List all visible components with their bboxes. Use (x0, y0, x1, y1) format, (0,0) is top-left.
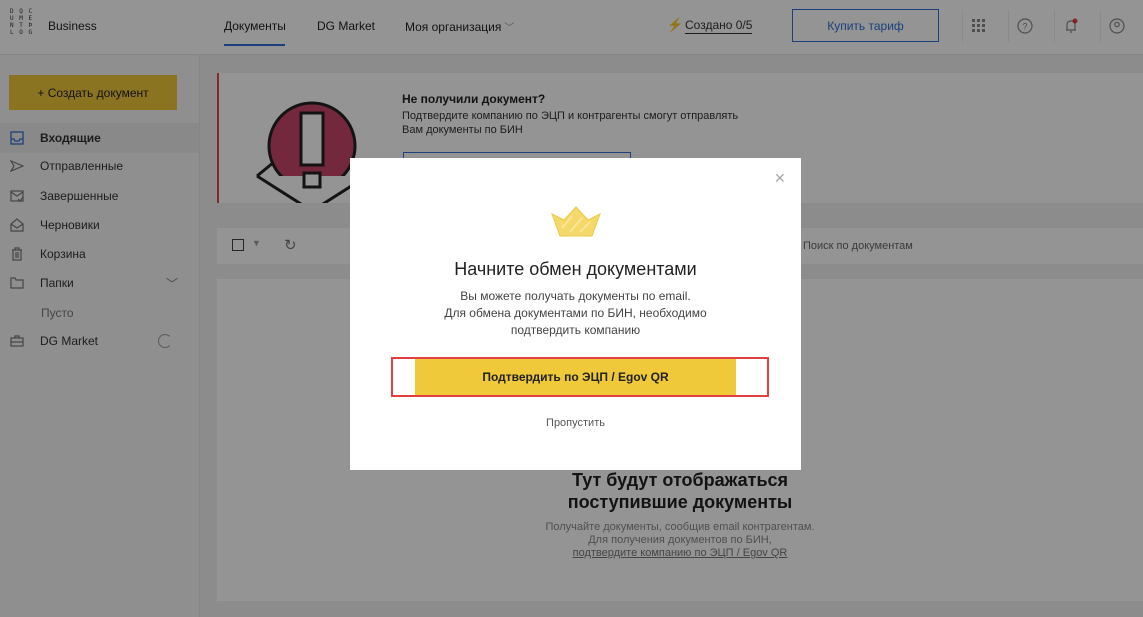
modal-text-line2: Для обмена документами по БИН, необходим… (444, 306, 707, 320)
modal-text-line3: подтвердить компанию (510, 323, 641, 337)
confirm-ecp-button[interactable]: Подтвердить по ЭЦП / Egov QR (415, 359, 736, 395)
modal-text-line1: Вы можете получать документы по email. (460, 289, 691, 303)
crown-icon (551, 206, 601, 237)
close-icon[interactable]: ✕ (774, 170, 786, 187)
start-exchange-modal: ✕ Начните обмен документами Вы можете по… (350, 158, 801, 470)
modal-text: Вы можете получать документы по email. Д… (350, 288, 801, 339)
modal-title: Начните обмен документами (454, 259, 697, 279)
skip-link[interactable]: Пропустить (350, 417, 801, 429)
